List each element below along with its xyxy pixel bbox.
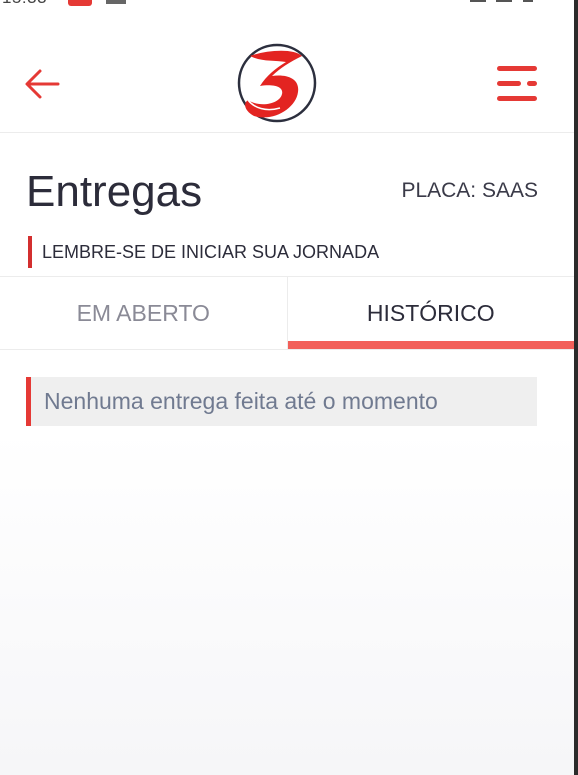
delivery-tabs: EM ABERTO HISTÓRICO [0, 276, 574, 350]
status-bar: 15:33 [0, 0, 574, 8]
brand-logo [236, 42, 318, 124]
menu-icon [497, 66, 537, 101]
tab-historico[interactable]: HISTÓRICO [287, 277, 574, 349]
battery-icon [522, 0, 533, 2]
menu-button[interactable] [494, 62, 542, 106]
app-screen: { "status_bar": { "time": "15:33" }, "he… [0, 0, 578, 775]
empty-state-text: Nenhuma entrega feita até o momento [44, 388, 438, 414]
tab-label: HISTÓRICO [366, 299, 495, 326]
vehicle-plate: PLACA: SAAS [401, 179, 538, 202]
brand-logo-icon [237, 43, 317, 123]
wifi-icon [470, 0, 486, 2]
message-accent-bar [26, 377, 31, 426]
status-indicators [464, 0, 534, 4]
app-header [0, 38, 574, 130]
tab-em-aberto[interactable]: EM ABERTO [0, 277, 288, 349]
journey-reminder: LEMBRE-SE DE INICIAR SUA JORNADA [28, 236, 379, 268]
header-divider [0, 132, 574, 133]
tab-label: EM ABERTO [76, 299, 210, 326]
active-tab-indicator [287, 341, 574, 349]
reminder-accent-bar [28, 236, 32, 268]
notification-icon [68, 0, 92, 6]
device-frame-edge [574, 0, 578, 775]
image-notification-icon [106, 0, 126, 4]
status-time: 15:33 [2, 0, 47, 8]
signal-icon [496, 0, 513, 2]
reminder-text: LEMBRE-SE DE INICIAR SUA JORNADA [42, 241, 380, 262]
page-title: Entregas [26, 167, 203, 216]
empty-state-message: Nenhuma entrega feita até o momento [26, 377, 537, 426]
back-button[interactable] [22, 64, 62, 104]
arrow-left-icon [25, 69, 60, 99]
